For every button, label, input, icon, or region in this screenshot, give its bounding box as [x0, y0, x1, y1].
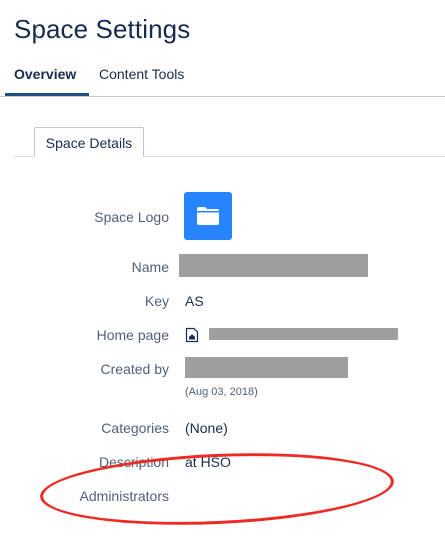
home-page-link-redacted[interactable]: [209, 328, 398, 340]
space-logo-label: Space Logo: [94, 209, 169, 225]
page-title: Space Settings: [14, 14, 191, 44]
home-page-label: Home page: [96, 327, 169, 343]
tab-space-details[interactable]: Space Details: [34, 127, 144, 157]
home-page-icon: [185, 327, 199, 343]
folder-icon: [197, 207, 219, 225]
key-value: AS: [185, 293, 204, 309]
tab-content-tools[interactable]: Content Tools: [99, 66, 184, 96]
created-date: (Aug 03, 2018): [185, 386, 258, 398]
space-logo[interactable]: [184, 192, 232, 240]
tab-overview[interactable]: Overview: [14, 66, 76, 96]
categories-value: (None): [185, 420, 228, 436]
created-by-user-redacted[interactable]: [185, 357, 348, 378]
key-label: Key: [144, 293, 169, 309]
active-tab-indicator: [5, 93, 89, 96]
main-tabs: Overview Content Tools: [0, 60, 445, 97]
name-value-redacted: [179, 254, 368, 277]
name-label: Name: [131, 259, 169, 275]
created-by-label: Created by: [100, 361, 169, 377]
categories-label: Categories: [101, 420, 169, 436]
